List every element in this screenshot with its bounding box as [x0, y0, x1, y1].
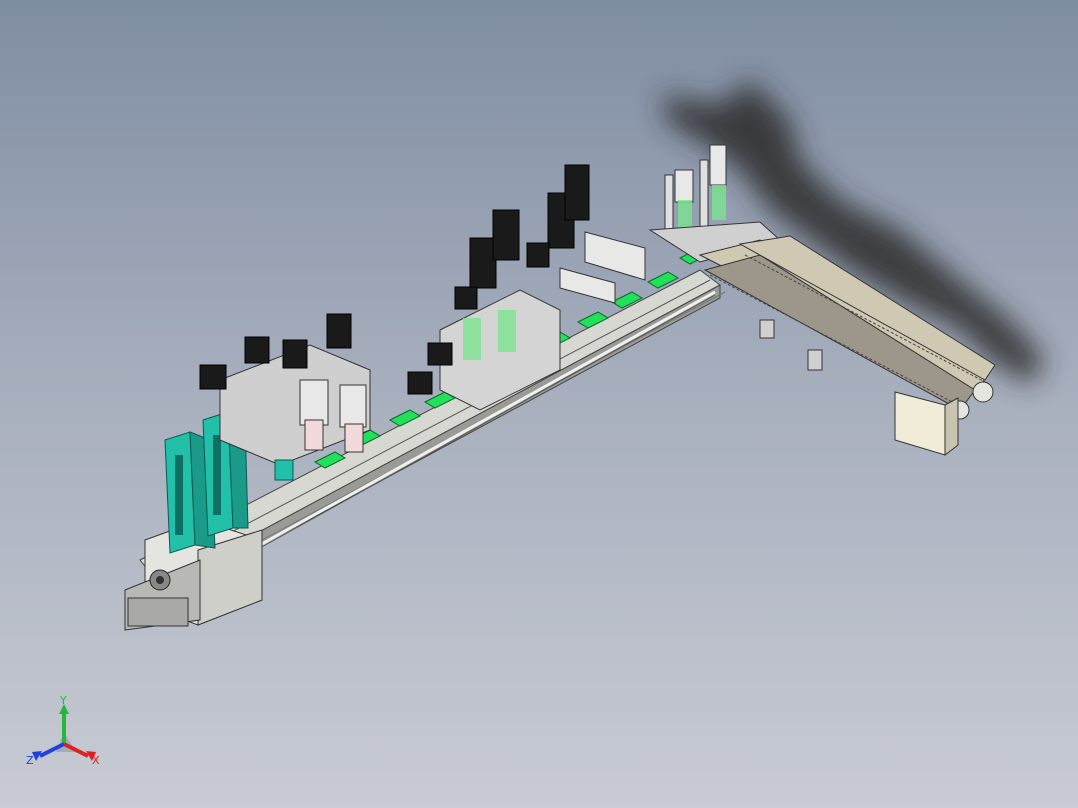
discharge-conveyor[interactable]: [698, 235, 996, 457]
x-axis-label: X: [92, 754, 100, 767]
z-axis-label: Z: [26, 754, 34, 767]
station-cluster-middle[interactable]: [407, 209, 561, 411]
y-axis-label: Y: [59, 694, 67, 707]
station-cluster-right[interactable]: [526, 164, 646, 304]
triad-axes: [32, 704, 96, 761]
assembly-model[interactable]: [0, 0, 1078, 808]
cad-viewport[interactable]: Y X Z: [0, 0, 1078, 808]
coordinate-triad: Y X Z: [26, 694, 100, 767]
